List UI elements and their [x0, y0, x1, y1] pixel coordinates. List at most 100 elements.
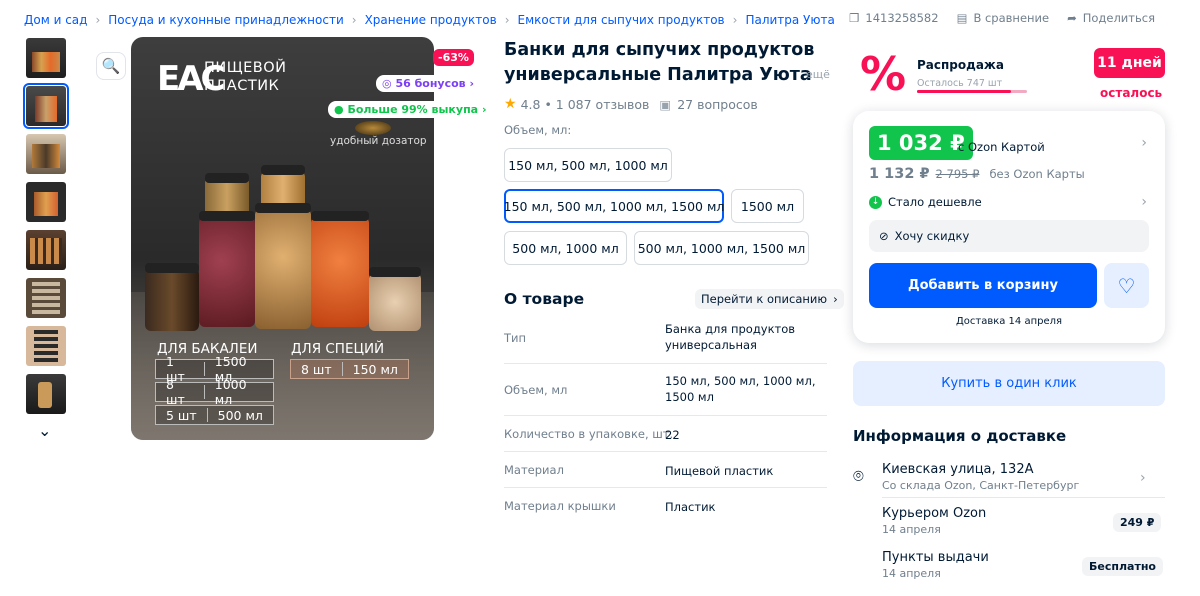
option-label: 150 мл, 500 мл, 1000 мл — [508, 157, 668, 173]
thumbnail[interactable] — [26, 374, 66, 414]
material-caption: ПИЩЕВОЙ ПЛАСТИК — [204, 60, 287, 94]
chevron-down-icon[interactable]: ⌄ — [38, 421, 51, 440]
add-to-cart-button[interactable]: Добавить в корзину — [869, 263, 1097, 308]
thumbnail[interactable] — [26, 326, 66, 366]
spec-row: Тип Банка для продуктов универсальная — [504, 312, 827, 364]
dispenser-image — [355, 121, 391, 135]
chevron-right-icon: › — [833, 292, 838, 306]
link-label: Перейти к описанию — [701, 292, 828, 306]
spec-key: Тип — [504, 331, 527, 345]
copy-icon: ❐ — [849, 11, 860, 25]
chevron-right-icon[interactable]: › — [1141, 194, 1147, 210]
jar-lid — [199, 211, 255, 221]
group-label-spices: ДЛЯ СПЕЦИЙ — [291, 341, 385, 357]
spec-key: Количество в упаковке, шт. — [504, 427, 674, 441]
delivery-pickup: Пункты выдачи 14 апреля — [882, 550, 989, 580]
share-label: Поделиться — [1082, 11, 1155, 25]
volume-label: Объем, мл: — [504, 123, 572, 137]
breadcrumb-item[interactable]: Дом и сад — [24, 13, 87, 27]
volume-option[interactable]: 150 мл, 500 мл, 1000 мл — [504, 148, 672, 182]
thumbnail[interactable] — [26, 278, 66, 318]
qty: 5 шт — [166, 407, 197, 423]
volume-option[interactable]: 500 мл, 1000 мл — [504, 231, 627, 265]
compare-icon: ▤ — [956, 11, 968, 25]
jar — [311, 217, 369, 327]
go-to-description-button[interactable]: Перейти к описанию › — [695, 289, 844, 309]
thumbnail[interactable] — [26, 38, 66, 78]
buy-one-click-button[interactable]: Купить в один клик — [853, 361, 1165, 406]
thumbnail[interactable] — [26, 182, 66, 222]
thumbnail[interactable] — [26, 230, 66, 270]
sku-copy[interactable]: ❐ 1413258582 — [849, 11, 938, 25]
bonus-icon: ◎ — [382, 77, 396, 90]
courier-date: 14 апреля — [882, 523, 941, 536]
reviews-count[interactable]: • 1 087 отзывов — [544, 97, 649, 112]
option-label: 1500 мл — [740, 198, 795, 214]
sale-progress — [917, 90, 1027, 93]
option-label: 500 мл, 1000 мл — [512, 240, 619, 256]
thumbnail[interactable] — [26, 134, 66, 174]
rating-row[interactable]: ★ 4.8 • 1 087 отзывов ▣ 27 вопросов — [504, 96, 758, 112]
star-icon: ★ — [504, 96, 517, 112]
size-row: 1 шт 1500 мл — [155, 354, 274, 384]
regular-price-row: 1 132 ₽ 2 795 ₽ без Ozon Карты — [869, 166, 1085, 182]
compare-button[interactable]: ▤ В сравнение — [957, 11, 1050, 25]
breadcrumb-item[interactable]: Палитра Уюта — [745, 13, 834, 27]
heart-icon[interactable]: ♡ — [1104, 263, 1149, 308]
rating-value: 4.8 — [520, 96, 541, 112]
breadcrumb: Дом и сад › Посуда и кухонные принадлежно… — [24, 11, 835, 29]
check-icon: ● — [334, 103, 348, 116]
sale-progress-fill — [917, 90, 1011, 93]
breadcrumb-item[interactable]: Хранение продуктов — [365, 13, 497, 27]
discount-icon: ⊘ — [879, 229, 889, 243]
share-button[interactable]: ➦ Поделиться — [1067, 11, 1155, 25]
buyout-label: Больше 99% выкупа — [347, 103, 479, 116]
location-pin-icon: ⌾ — [853, 466, 864, 487]
thumbnail-list — [23, 38, 70, 422]
sale-title: Распродажа — [917, 58, 1004, 72]
chevron-right-icon: › — [95, 13, 101, 27]
product-title: Банки для сыпучих продуктов универсальны… — [504, 40, 815, 85]
divider — [882, 497, 1165, 498]
thumbnail-selected[interactable] — [23, 83, 69, 129]
bonus-label: 56 бонусов — [395, 77, 466, 90]
size-row: 8 шт 1000 мл — [155, 377, 274, 407]
bonus-badge[interactable]: ◎ 56 бонусов › — [376, 75, 481, 92]
buyout-badge[interactable]: ● Больше 99% выкупа › — [328, 101, 493, 118]
size-row: 5 шт 500 мл — [155, 405, 274, 425]
product-image[interactable]: ЕАС ПИЩЕВОЙ ПЛАСТИК удобный дозатор ДЛЯ … — [131, 37, 434, 440]
jar-lid — [369, 267, 421, 277]
jar-lid — [311, 211, 369, 221]
spec-row: Материал Пищевой пластик — [504, 452, 827, 488]
title-more-link[interactable]: ещё — [806, 68, 830, 81]
price-dropped[interactable]: ↓ Стало дешевле — [869, 195, 982, 209]
volume-option-selected[interactable]: 150 мл, 500 мл, 1000 мл, 1500 мл — [504, 189, 724, 223]
chevron-right-icon[interactable]: › — [1141, 135, 1147, 151]
volume-option[interactable]: 1500 мл — [731, 189, 804, 223]
discount-badge: -63% — [433, 49, 474, 66]
jar-lid — [205, 173, 249, 183]
breadcrumb-item[interactable]: Посуда и кухонные принадлежности — [108, 13, 344, 27]
spec-row: Объем, мл 150 мл, 500 мл, 1000 мл, 1500 м… — [504, 364, 827, 416]
share-icon: ➦ — [1067, 11, 1077, 25]
delivery-address[interactable]: Киевская улица, 132А Со склада Ozon, Санк… — [882, 462, 1079, 492]
questions-icon: ▣ — [659, 96, 672, 112]
questions-count[interactable]: 27 вопросов — [677, 97, 758, 112]
delivery-info-title: Информация о доставке — [853, 427, 1067, 445]
sale-days-left: осталось — [1100, 86, 1163, 100]
jar-lid — [255, 203, 311, 213]
about-title: О товаре — [504, 290, 585, 308]
arrow-down-icon: ↓ — [869, 195, 882, 209]
old-price: 2 795 ₽ — [935, 167, 980, 181]
spec-row: Материал крышки Пластик — [504, 488, 827, 524]
spec-value: Пищевой пластик — [665, 464, 774, 478]
volume-option[interactable]: 500 мл, 1000 мл, 1500 мл — [634, 231, 809, 265]
chevron-right-icon: › — [351, 13, 357, 27]
chevron-right-icon[interactable]: › — [1140, 470, 1182, 486]
image-search-icon[interactable]: 🔍 — [96, 52, 126, 80]
spec-value: 150 мл, 500 мл, 1000 мл, 1500 мл — [665, 374, 816, 404]
breadcrumb-item[interactable]: Емкости для сыпучих продуктов — [518, 13, 725, 27]
jar-lid — [261, 165, 305, 175]
want-discount-button[interactable]: ⊘ Хочу скидку — [869, 220, 1149, 252]
volume: 1000 мл — [214, 377, 247, 407]
